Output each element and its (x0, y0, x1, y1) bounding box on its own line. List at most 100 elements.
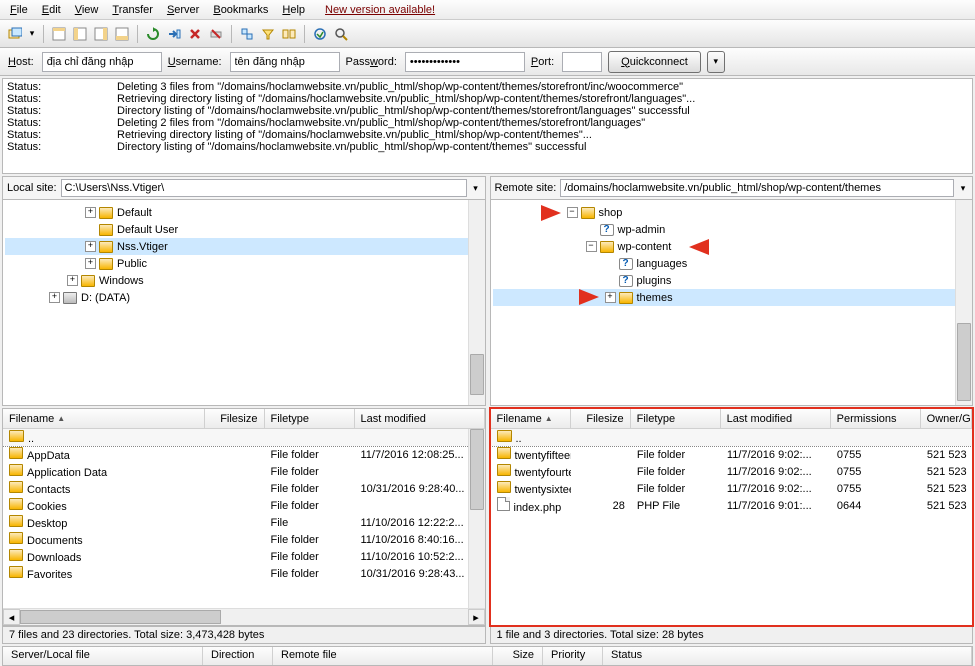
file-row[interactable]: DocumentsFile folder11/10/2016 8:40:16..… (3, 531, 485, 548)
folder-icon (99, 241, 113, 253)
folder-icon (99, 258, 113, 270)
folder-icon (9, 566, 23, 578)
toggle-log-icon[interactable] (50, 25, 68, 43)
remote-directory-tree[interactable]: −shop?wp-admin−wp-content?languages?plug… (491, 200, 973, 405)
username-label: Username: (168, 56, 222, 68)
scrollbar[interactable] (468, 429, 485, 608)
file-row[interactable]: twentyfourteenFile folder11/7/2016 9:02:… (491, 463, 973, 480)
tree-item[interactable]: +Nss.Vtiger (5, 238, 483, 255)
username-input[interactable] (230, 52, 340, 72)
tree-item[interactable]: −shop (493, 204, 971, 221)
parent-folder-icon (497, 430, 512, 442)
menu-server[interactable]: Server (161, 2, 205, 18)
local-directory-tree[interactable]: +DefaultDefault User+Nss.Vtiger+Public+W… (3, 200, 485, 405)
remote-file-header[interactable]: Filename▲ Filesize Filetype Last modifie… (491, 409, 973, 429)
process-queue-icon[interactable] (165, 25, 183, 43)
tree-item[interactable]: −wp-content (493, 238, 971, 255)
tree-item[interactable]: +Public (5, 255, 483, 272)
menu-help[interactable]: Help (276, 2, 311, 18)
tree-item[interactable]: +themes (493, 289, 971, 306)
refresh-icon[interactable] (144, 25, 162, 43)
folder-icon (9, 532, 23, 544)
tree-item[interactable]: +Default (5, 204, 483, 221)
toggle-queue-icon[interactable] (113, 25, 131, 43)
tree-expander[interactable]: + (67, 275, 78, 286)
port-label: Port: (531, 56, 554, 68)
file-row[interactable]: .. (3, 429, 485, 446)
menu-bookmarks[interactable]: Bookmarks (207, 2, 274, 18)
toggle-remote-tree-icon[interactable] (92, 25, 110, 43)
tree-expander[interactable]: − (567, 207, 578, 218)
toggle-local-tree-icon[interactable] (71, 25, 89, 43)
remote-site-label: Remote site: (495, 182, 557, 194)
host-input[interactable] (42, 52, 162, 72)
reconnect-icon[interactable] (238, 25, 256, 43)
folder-icon (9, 498, 23, 510)
site-manager-icon[interactable] (6, 25, 24, 43)
file-row[interactable]: FavoritesFile folder10/31/2016 9:28:43..… (3, 565, 485, 582)
menu-view[interactable]: View (69, 2, 105, 18)
local-path-input[interactable] (61, 179, 467, 197)
menu-transfer[interactable]: Transfer (106, 2, 159, 18)
password-input[interactable] (405, 52, 525, 72)
disconnect-icon[interactable] (207, 25, 225, 43)
compare-icon[interactable] (280, 25, 298, 43)
scrollbar[interactable] (955, 200, 972, 405)
tree-expander[interactable]: − (586, 241, 597, 252)
filter-icon[interactable] (259, 25, 277, 43)
quickconnect-bar: Host: Username: Password: Port: Quickcon… (0, 48, 975, 76)
local-status: 7 files and 23 directories. Total size: … (2, 626, 486, 644)
menubar: FFileile Edit View Transfer Server Bookm… (0, 0, 975, 20)
remote-status: 1 file and 3 directories. Total size: 28… (490, 626, 974, 644)
sync-browse-icon[interactable] (311, 25, 329, 43)
file-row[interactable]: index.php28PHP File11/7/2016 9:01:...064… (491, 497, 973, 514)
quickconnect-dropdown[interactable]: ▾ (707, 51, 725, 73)
file-row[interactable]: .. (491, 429, 973, 446)
tree-item[interactable]: Default User (5, 221, 483, 238)
tree-item[interactable]: +Windows (5, 272, 483, 289)
hscrollbar[interactable]: ◂▸ (3, 608, 485, 625)
tree-item[interactable]: ?wp-admin (493, 221, 971, 238)
site-manager-chevron-icon[interactable]: ▾ (27, 25, 37, 43)
remote-path-dropdown-icon[interactable]: ▾ (958, 179, 968, 197)
transfer-queue-header[interactable]: Server/Local file Direction Remote file … (2, 646, 973, 666)
port-input[interactable] (562, 52, 602, 72)
local-file-list[interactable]: Filename▲ Filesize Filetype Last modifie… (2, 408, 486, 626)
local-file-header[interactable]: Filename▲ Filesize Filetype Last modifie… (3, 409, 485, 429)
tree-item[interactable]: ?plugins (493, 272, 971, 289)
file-row[interactable]: ContactsFile folder10/31/2016 9:28:40... (3, 480, 485, 497)
file-row[interactable]: DesktopFile11/10/2016 12:22:2... (3, 514, 485, 531)
file-row[interactable]: Application DataFile folder (3, 463, 485, 480)
menu-new-version[interactable]: New version available! (319, 2, 441, 18)
folder-icon (81, 275, 95, 287)
folder-icon (619, 292, 633, 304)
remote-path-input[interactable] (560, 179, 954, 197)
folder-icon (9, 481, 23, 493)
parent-folder-icon (9, 430, 24, 442)
file-row[interactable]: AppDataFile folder11/7/2016 12:08:25... (3, 446, 485, 463)
menu-file[interactable]: FFileile (4, 2, 34, 18)
message-log[interactable]: Status:Deleting 3 files from "/domains/h… (2, 78, 973, 174)
folder-icon (99, 224, 113, 236)
folder-icon (581, 207, 595, 219)
quickconnect-button[interactable]: Quickconnect (608, 51, 701, 73)
file-row[interactable]: twentysixteenFile folder11/7/2016 9:02:.… (491, 480, 973, 497)
tree-expander[interactable]: + (49, 292, 60, 303)
scrollbar[interactable] (468, 200, 485, 405)
file-row[interactable]: DownloadsFile folder11/10/2016 10:52:2..… (3, 548, 485, 565)
file-row[interactable]: CookiesFile folder (3, 497, 485, 514)
folder-icon (497, 447, 511, 459)
local-path-dropdown-icon[interactable]: ▾ (471, 179, 481, 197)
tree-expander[interactable]: + (605, 292, 616, 303)
tree-item[interactable]: +D: (DATA) (5, 289, 483, 306)
tree-expander[interactable]: + (85, 241, 96, 252)
file-row[interactable]: twentyfifteenFile folder11/7/2016 9:02:.… (491, 446, 973, 463)
tree-expander[interactable]: + (85, 258, 96, 269)
search-icon[interactable] (332, 25, 350, 43)
menu-edit[interactable]: Edit (36, 2, 67, 18)
tree-expander[interactable]: + (85, 207, 96, 218)
drive-icon (63, 292, 77, 304)
tree-item[interactable]: ?languages (493, 255, 971, 272)
cancel-icon[interactable] (186, 25, 204, 43)
remote-file-list[interactable]: Filename▲ Filesize Filetype Last modifie… (490, 408, 974, 626)
